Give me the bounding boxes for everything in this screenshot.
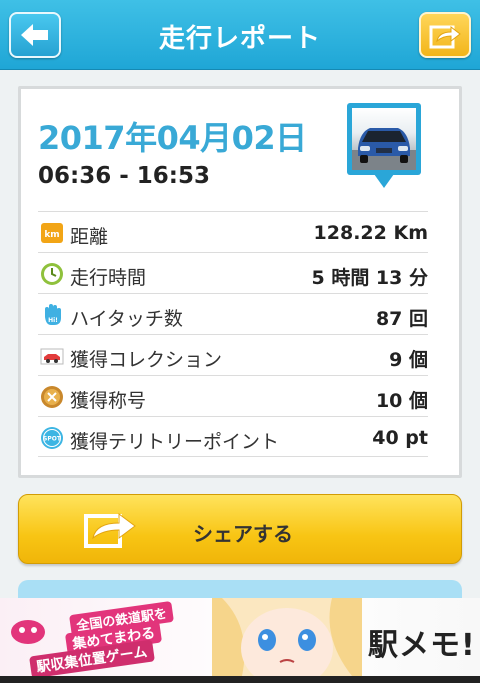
svg-text:km: km: [44, 230, 59, 240]
share-button-label: シェアする: [193, 522, 293, 546]
stats-list: km 距離 128.22 Km 走行時間 5 時間 13 分 Hi! ハイタッチ…: [38, 211, 428, 457]
report-card: 2017年04月02日 06:36 - 16:53 km 距離 128.22 K…: [18, 86, 462, 478]
medal-icon: [41, 386, 63, 408]
stat-value: 87 回: [375, 308, 428, 330]
svg-text:Hi!: Hi!: [48, 317, 58, 324]
stat-value: 5 時間 13 分: [311, 267, 428, 289]
stat-value: 10 個: [375, 390, 428, 412]
stat-label: 走行時間: [70, 267, 147, 289]
clock-icon: [41, 263, 63, 285]
share-icon: [84, 513, 136, 548]
stat-row-distance: km 距離 128.22 Km: [38, 211, 428, 252]
ad-banner[interactable]: 全国の鉄道駅を 集めてまわる 駅収集位置ゲーム 駅メモ!: [0, 598, 480, 676]
app-header: 走行レポート: [0, 0, 480, 70]
report-date: 2017年04月02日: [38, 119, 307, 157]
svg-text:SPOT: SPOT: [43, 436, 62, 443]
stat-row-high-touch: Hi! ハイタッチ数 87 回: [38, 293, 428, 334]
share-top-button[interactable]: [419, 12, 471, 58]
page-title: 走行レポート: [158, 24, 321, 54]
share-icon: [429, 25, 461, 49]
car-photo: [352, 108, 416, 170]
report-time-range: 06:36 - 16:53: [38, 163, 210, 189]
car-photo-pin[interactable]: [347, 103, 421, 193]
stat-row-titles: 獲得称号 10 個: [38, 375, 428, 416]
ad-mascot-icon: [11, 620, 45, 644]
ad-character-image: [212, 598, 362, 676]
stat-value: 9 個: [389, 349, 428, 371]
km-icon: km: [41, 223, 63, 243]
share-button[interactable]: シェアする: [18, 494, 462, 564]
stat-label: 獲得コレクション: [70, 349, 223, 371]
stat-value: 128.22 Km: [313, 222, 428, 244]
stat-label: 獲得テリトリーポイント: [70, 431, 280, 453]
spot-icon: SPOT: [41, 427, 63, 449]
stat-row-collection: 獲得コレクション 9 個: [38, 334, 428, 375]
stat-label: 獲得称号: [70, 390, 147, 412]
stat-value: 40 pt: [372, 427, 428, 449]
hand-icon: Hi!: [45, 304, 61, 325]
stat-label: 距離: [70, 226, 109, 248]
ad-logo: 駅メモ!: [368, 628, 476, 663]
stat-row-territory: SPOT 獲得テリトリーポイント 40 pt: [38, 416, 428, 457]
stat-label: ハイタッチ数: [70, 308, 183, 330]
car-icon: [40, 348, 64, 365]
stat-row-drive-time: 走行時間 5 時間 13 分: [38, 252, 428, 293]
system-nav-bar: [0, 676, 480, 683]
